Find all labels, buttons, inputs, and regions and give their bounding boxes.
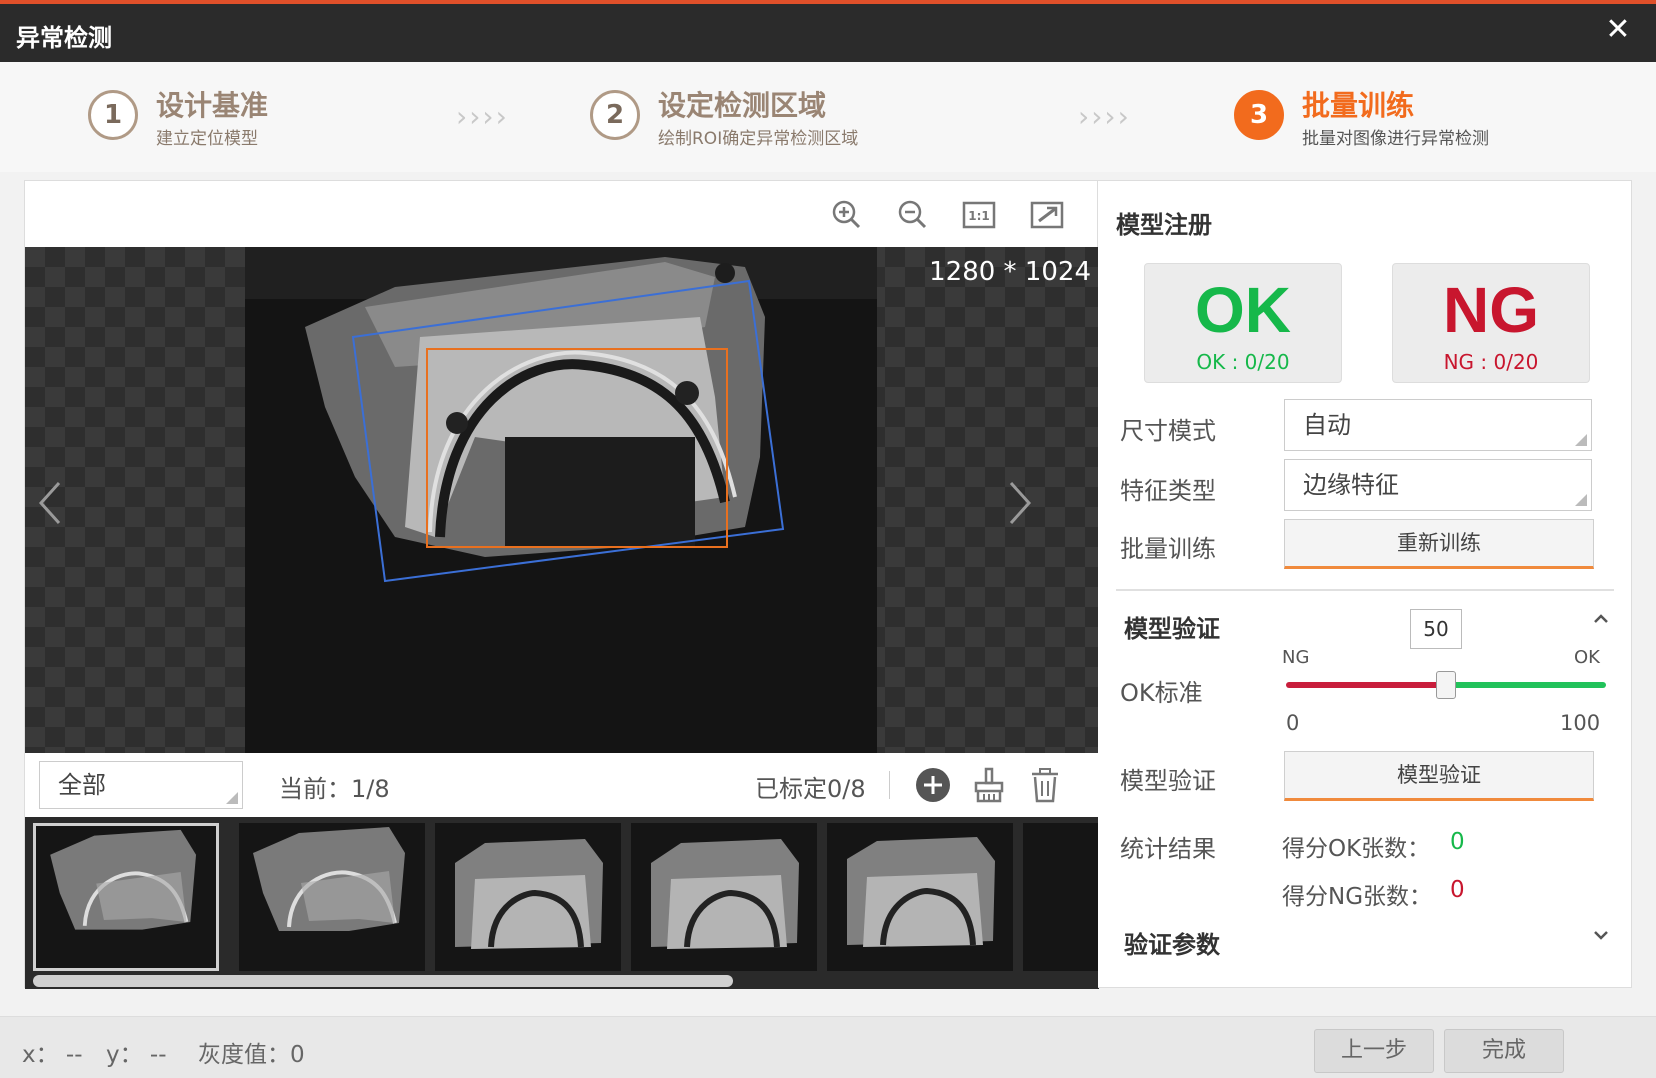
ng-count: NG : 0/20: [1443, 350, 1539, 374]
step-separator-icon: ››››: [456, 100, 509, 133]
zoom-in-icon[interactable]: [827, 195, 867, 235]
settings-panel: 模型注册 OK OK : 0/20 NG NG : 0/20 尺寸模式 自动 特…: [1098, 180, 1632, 988]
ok-label: OK: [1195, 274, 1291, 346]
next-image-icon[interactable]: [999, 475, 1039, 531]
title-accent-line: [0, 0, 1656, 4]
status-bar: x： -- y： -- 灰度值：0 上一步 完成: [0, 1016, 1656, 1078]
size-mode-select[interactable]: 自动: [1284, 399, 1592, 451]
image-canvas[interactable]: 1280 * 1024: [25, 247, 1099, 753]
viewer-toolbar: 1:1: [827, 195, 1087, 235]
step-2-name: 设定检测区域: [658, 89, 827, 122]
thumbnail[interactable]: [631, 823, 817, 971]
feature-type-label: 特征类型: [1120, 477, 1216, 505]
size-mode-label: 尺寸模式: [1120, 417, 1216, 445]
thumbnail-strip[interactable]: [25, 817, 1099, 989]
previous-step-button[interactable]: 上一步: [1314, 1029, 1434, 1073]
ng-sample-button[interactable]: NG NG : 0/20: [1392, 263, 1590, 383]
clear-brush-icon[interactable]: [967, 763, 1011, 807]
thumbnail[interactable]: [435, 823, 621, 971]
previous-image-icon[interactable]: [31, 475, 71, 531]
step-3-number: 3: [1234, 90, 1284, 140]
actual-size-icon[interactable]: 1:1: [959, 195, 999, 235]
step-1-number: 1: [88, 90, 138, 140]
step-1-subtitle: 建立定位模型: [156, 129, 258, 149]
ng-label: NG: [1443, 274, 1539, 346]
thumbnail-scrollbar[interactable]: [33, 975, 733, 987]
image-resolution: 1280 * 1024: [929, 257, 1091, 287]
feature-type-select[interactable]: 边缘特征: [1284, 459, 1592, 511]
expand-chevron-down-icon[interactable]: [1591, 925, 1611, 950]
step-3-subtitle: 批量对图像进行异常检测: [1302, 129, 1489, 149]
dropdown-corner-icon: [1575, 494, 1587, 506]
dropdown-corner-icon: [1575, 434, 1587, 446]
close-icon[interactable]: ✕: [1602, 14, 1634, 46]
model-verify-title: 模型验证: [1124, 615, 1220, 643]
cursor-x: x： --: [22, 1042, 83, 1068]
thumbnail[interactable]: [1023, 823, 1099, 971]
slider-ng-track: [1286, 682, 1446, 688]
collapse-chevron-up-icon[interactable]: [1591, 609, 1611, 634]
dropdown-corner-icon: [226, 792, 238, 804]
batch-train-label: 批量训练: [1120, 535, 1216, 563]
image-filter-value: 全部: [58, 771, 106, 799]
finish-button[interactable]: 完成: [1444, 1029, 1564, 1073]
step-1-name: 设计基准: [156, 89, 269, 122]
slider-handle[interactable]: [1436, 671, 1456, 699]
model-verify-button[interactable]: 模型验证: [1284, 751, 1594, 801]
feature-type-value: 边缘特征: [1303, 471, 1399, 499]
current-index: 当前：1/8: [279, 775, 390, 803]
slider-max: 100: [1560, 711, 1601, 735]
zoom-out-icon[interactable]: [893, 195, 933, 235]
thumbnail[interactable]: [33, 823, 219, 971]
step-separator-icon: ››››: [1078, 100, 1131, 133]
stats-ok-value: 0: [1450, 829, 1465, 855]
add-image-icon[interactable]: [911, 763, 955, 807]
ok-standard-slider[interactable]: [1286, 665, 1606, 705]
title-bar: 异常检测 ✕: [0, 0, 1656, 62]
thumbnail[interactable]: [827, 823, 1013, 971]
window-title: 异常检测: [16, 24, 112, 52]
fit-window-icon[interactable]: [1027, 195, 1067, 235]
wizard-steps: 1 设计基准 建立定位模型 ›››› 2 设定检测区域 绘制ROI确定异常检测区…: [0, 62, 1656, 172]
retrain-button[interactable]: 重新训练: [1284, 519, 1594, 569]
inspection-image: [245, 247, 877, 753]
section-divider: [1116, 589, 1614, 591]
svg-text:1:1: 1:1: [968, 209, 990, 223]
stats-ok-label: 得分OK张数：: [1282, 836, 1431, 862]
image-filter-select[interactable]: 全部: [39, 761, 243, 809]
image-viewer-panel: 1:1 1280 * 1024 全部 当前：1/8 已标定0/8: [24, 180, 1099, 989]
stats-ng-label: 得分NG张数：: [1282, 884, 1433, 910]
model-verify-label: 模型验证: [1120, 767, 1216, 795]
stats-label: 统计结果: [1120, 835, 1216, 863]
toolbar-divider: [889, 771, 890, 799]
slider-min: 0: [1286, 711, 1300, 735]
gray-value: 灰度值：0: [198, 1042, 305, 1068]
delete-icon[interactable]: [1023, 763, 1067, 807]
ok-count: OK : 0/20: [1196, 350, 1290, 374]
stats-ng-value: 0: [1450, 877, 1465, 903]
step-2-subtitle: 绘制ROI确定异常检测区域: [658, 129, 859, 149]
ok-sample-button[interactable]: OK OK : 0/20: [1144, 263, 1342, 383]
slider-ok-track: [1446, 682, 1606, 688]
size-mode-value: 自动: [1303, 411, 1351, 439]
cursor-y: y： --: [106, 1042, 167, 1068]
step-3-name: 批量训练: [1302, 89, 1415, 122]
ok-standard-value-input[interactable]: 50: [1410, 609, 1462, 649]
model-register-title: 模型注册: [1116, 211, 1212, 239]
step-2-number: 2: [590, 90, 640, 140]
thumbnail[interactable]: [239, 823, 425, 971]
ok-standard-label: OK标准: [1120, 679, 1203, 707]
verify-params-title: 验证参数: [1124, 931, 1220, 959]
image-list-toolbar: 全部 当前：1/8 已标定0/8: [25, 753, 1099, 817]
marked-count: 已标定0/8: [755, 775, 866, 803]
